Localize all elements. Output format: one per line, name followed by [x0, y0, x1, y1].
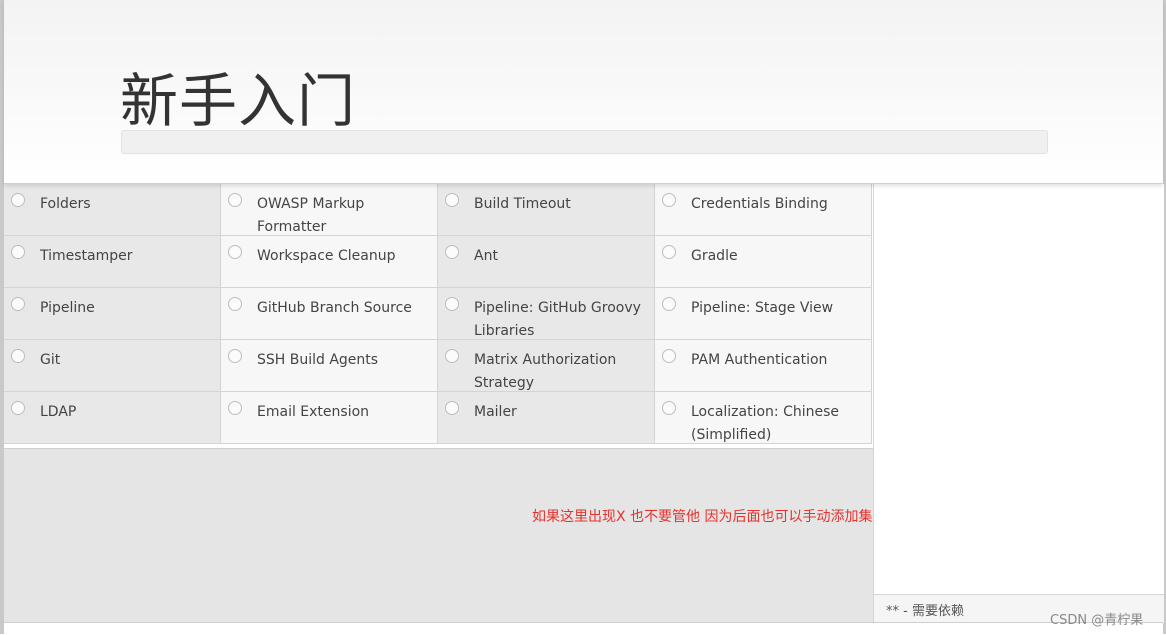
plugin-item[interactable]: Timestamper — [4, 236, 221, 288]
install-progress-bar — [121, 130, 1048, 154]
plugin-label: Email Extension — [257, 404, 370, 420]
status-radio-icon — [662, 401, 676, 415]
plugin-label: OWASP Markup Formatter — [257, 196, 365, 235]
page-title: 新手入门 — [120, 67, 357, 135]
plugin-item[interactable]: PAM Authentication — [655, 340, 872, 392]
plugin-item[interactable]: Credentials Binding — [655, 184, 872, 236]
plugin-label: Mailer — [474, 404, 517, 420]
plugin-label: Ant — [474, 248, 498, 264]
status-radio-icon — [662, 193, 676, 207]
plugin-item[interactable]: Pipeline: GitHub Groovy Libraries — [438, 288, 655, 340]
status-radio-icon — [11, 245, 25, 259]
plugin-label: Pipeline — [40, 300, 95, 316]
bottom-strip — [4, 622, 1163, 635]
plugin-item[interactable]: Localization: Chinese (Simplified) — [655, 392, 872, 444]
status-radio-icon — [11, 349, 25, 363]
status-radio-icon — [445, 349, 459, 363]
plugin-label: Gradle — [691, 248, 738, 264]
status-radio-icon — [11, 193, 25, 207]
status-radio-icon — [228, 297, 242, 311]
plugin-item[interactable]: Pipeline: Stage View — [655, 288, 872, 340]
status-radio-icon — [662, 245, 676, 259]
plugin-item[interactable]: Pipeline — [4, 288, 221, 340]
plugin-grid: Folders OWASP Markup Formatter Build Tim… — [4, 184, 873, 444]
plugin-label: Credentials Binding — [691, 196, 828, 212]
plugin-item[interactable]: Mailer — [438, 392, 655, 444]
plugin-label: GitHub Branch Source — [257, 300, 412, 316]
plugin-label: LDAP — [40, 404, 77, 420]
status-radio-icon — [228, 193, 242, 207]
status-radio-icon — [228, 245, 242, 259]
plugin-item[interactable]: SSH Build Agents — [221, 340, 438, 392]
plugin-label: Folders — [40, 196, 91, 212]
plugin-label: Localization: Chinese (Simplified) — [691, 404, 840, 443]
plugin-label: Pipeline: Stage View — [691, 300, 834, 316]
status-radio-icon — [228, 401, 242, 415]
plugin-label: SSH Build Agents — [257, 352, 379, 368]
plugin-item[interactable]: Build Timeout — [438, 184, 655, 236]
status-radio-icon — [228, 349, 242, 363]
status-radio-icon — [11, 297, 25, 311]
plugin-item[interactable]: Workspace Cleanup — [221, 236, 438, 288]
plugin-item[interactable]: Ant — [438, 236, 655, 288]
status-radio-icon — [445, 297, 459, 311]
status-radio-icon — [11, 401, 25, 415]
status-radio-icon — [662, 349, 676, 363]
plugin-label: Timestamper — [40, 248, 133, 264]
header: 新手入门 — [4, 0, 1163, 184]
plugin-item[interactable]: Matrix Authorization Strategy — [438, 340, 655, 392]
watermark: CSDN @青柠果 — [1050, 613, 1144, 628]
plugin-item[interactable]: OWASP Markup Formatter — [221, 184, 438, 236]
plugin-label: Matrix Authorization Strategy — [474, 352, 617, 391]
plugin-label: Pipeline: GitHub Groovy Libraries — [474, 300, 641, 339]
plugin-label: Build Timeout — [474, 196, 571, 212]
plugin-label: Workspace Cleanup — [257, 248, 396, 264]
status-radio-icon — [445, 401, 459, 415]
status-radio-icon — [445, 193, 459, 207]
annotation-note: 如果这里出现X 也不要管他 因为后面也可以手动添加集成的软件 — [532, 509, 929, 525]
status-radio-icon — [445, 245, 459, 259]
plugin-label: Git — [40, 352, 61, 368]
install-log-panel — [873, 184, 1164, 622]
plugin-item[interactable]: Gradle — [655, 236, 872, 288]
plugin-item[interactable]: Email Extension — [221, 392, 438, 444]
plugin-item[interactable]: LDAP — [4, 392, 221, 444]
plugin-item[interactable]: Git — [4, 340, 221, 392]
status-radio-icon — [662, 297, 676, 311]
plugin-list-empty-area — [4, 448, 873, 623]
plugin-label: PAM Authentication — [691, 352, 828, 368]
plugin-item[interactable]: Folders — [4, 184, 221, 236]
dependency-note: ** - 需要依赖 — [886, 604, 964, 619]
plugin-item[interactable]: GitHub Branch Source — [221, 288, 438, 340]
